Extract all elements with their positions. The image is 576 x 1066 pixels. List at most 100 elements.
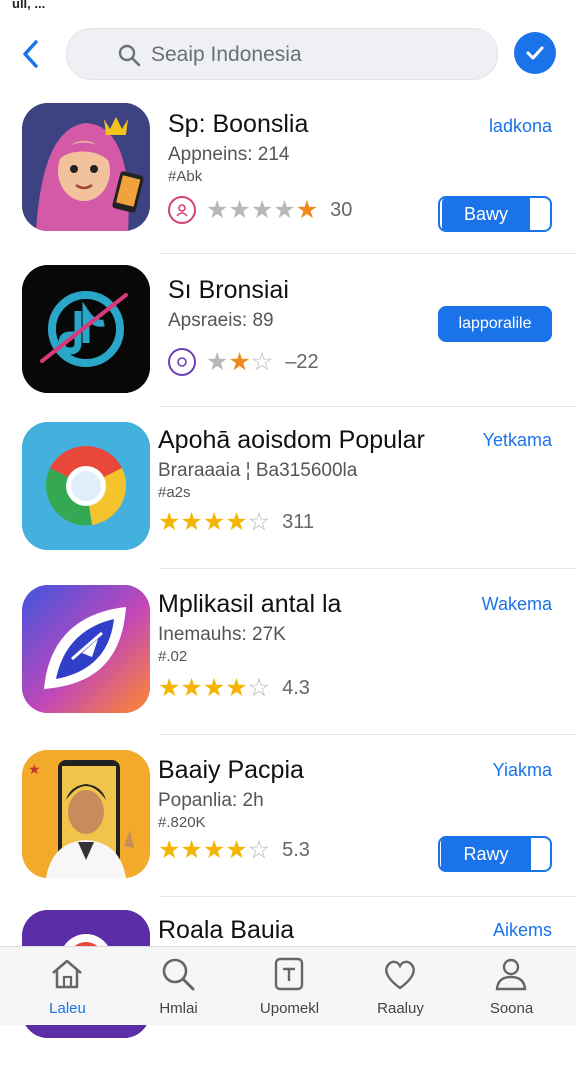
- open-button[interactable]: lapporalile: [438, 306, 552, 342]
- search-icon: [162, 958, 195, 991]
- star-half-icon: ★: [228, 347, 251, 376]
- list-item[interactable]: Sp: Boonslia Appneins: 214 #Abk ★★★★★ 30…: [0, 98, 576, 256]
- star-filled-icon: ★: [180, 674, 203, 702]
- star-filled-icon: ★: [273, 195, 296, 224]
- nav-label: Soona: [489, 1000, 534, 1017]
- star-filled-icon: ★: [250, 195, 274, 224]
- app-link[interactable]: Yiakma: [493, 760, 552, 781]
- nav-label: Laleu: [49, 1000, 86, 1017]
- app-title[interactable]: Sı Bronsiai: [168, 276, 289, 305]
- app-meta: #Abk: [168, 168, 203, 185]
- rating: ★★★★☆ 5.3: [158, 838, 310, 863]
- get-button-label: Rawy: [441, 836, 531, 872]
- app-subtitle: Apsraeis: 89: [168, 310, 274, 331]
- star-half-icon: ★: [295, 195, 319, 224]
- rating: ★★★★☆ 311: [158, 510, 314, 535]
- status-bar: ull, ...: [0, 0, 576, 14]
- rating-score: 30: [330, 198, 353, 221]
- star-filled-icon: ★: [206, 347, 229, 376]
- search-field[interactable]: Seaip Indonesia: [66, 28, 498, 80]
- rating-score: 311: [282, 511, 314, 533]
- app-title[interactable]: Apohā aoisdom Popular: [158, 426, 425, 455]
- home-icon: [52, 959, 82, 989]
- profile-icon: [495, 958, 527, 991]
- app-meta: #.02: [158, 648, 188, 665]
- app-subtitle: Popanlia: 2h: [158, 790, 264, 811]
- rating-score: –22: [285, 350, 319, 373]
- app-icon-1[interactable]: [22, 103, 150, 231]
- checkmark-icon: [526, 46, 544, 60]
- nav-tab-search[interactable]: Hmlai: [121, 947, 236, 1025]
- divider: [160, 253, 576, 254]
- app-title[interactable]: Baaiy Pacpia: [158, 756, 304, 785]
- rating-score: 4.3: [282, 677, 310, 699]
- nav-tab-favorites[interactable]: Raaluy: [343, 947, 458, 1025]
- list-item[interactable]: Mplikasil antal la Inemauhs: 27K #.02 ★★…: [0, 580, 576, 738]
- app-icon-3[interactable]: [22, 422, 150, 550]
- list-item[interactable]: Sı Bronsiai Apsraeis: 89 ★★☆ –22 lappora…: [0, 260, 576, 418]
- app-title[interactable]: Sp: Boonslia: [168, 110, 308, 139]
- search-icon: [118, 44, 141, 67]
- chevron-left-icon: [23, 40, 38, 68]
- star-filled-icon: ★: [225, 674, 248, 702]
- app-link[interactable]: Wakema: [482, 594, 552, 615]
- app-icon-5[interactable]: ★: [22, 750, 150, 878]
- app-link[interactable]: ladkona: [489, 116, 552, 137]
- star-filled-icon: ★: [225, 508, 248, 536]
- list-item[interactable]: Apohā aoisdom Popular Braraaaia ¦ Ba3156…: [0, 416, 576, 574]
- app-subtitle: Appneins: 214: [168, 144, 290, 165]
- get-button[interactable]: Rawy: [438, 836, 552, 872]
- star-filled-icon: ★: [225, 836, 248, 864]
- app-meta: #a2s: [158, 484, 191, 501]
- star-filled-icon: ★: [228, 195, 251, 224]
- rating-stars: ★★☆: [206, 347, 274, 376]
- nav-tab-updates[interactable]: Upomekl: [232, 947, 347, 1025]
- star-outline-icon: ☆: [247, 674, 271, 702]
- document-icon: [274, 957, 304, 991]
- rating-stars: ★★★★★: [206, 195, 319, 224]
- heart-icon: [385, 960, 415, 990]
- divider: [160, 896, 576, 897]
- search-input[interactable]: Seaip Indonesia: [151, 43, 302, 67]
- app-icon-2[interactable]: [22, 265, 150, 393]
- app-meta: #.820K: [158, 814, 206, 831]
- divider: [160, 734, 576, 735]
- done-button[interactable]: [514, 32, 556, 74]
- app-link[interactable]: Aikems: [493, 920, 552, 941]
- app-subtitle: Inemauhs: 27K: [158, 624, 286, 645]
- rating-stars: ★★★★☆: [158, 676, 270, 701]
- get-button[interactable]: Bawy: [438, 196, 552, 232]
- rating: ★★★★☆ 4.3: [158, 676, 310, 701]
- svg-text:★: ★: [28, 762, 41, 778]
- rating-stars: ★★★★☆: [158, 838, 270, 863]
- back-button[interactable]: [14, 36, 50, 72]
- status-signal-text: ull, ...: [12, 0, 46, 11]
- divider: [160, 406, 576, 407]
- app-icon-4[interactable]: [22, 585, 150, 713]
- app-link[interactable]: Yetkama: [483, 430, 552, 451]
- star-filled-icon: ★: [202, 508, 226, 536]
- user-badge-icon: [168, 196, 196, 224]
- star-filled-icon: ★: [206, 195, 229, 224]
- nav-tab-home[interactable]: Laleu: [10, 947, 125, 1025]
- star-outline-icon: ☆: [250, 347, 274, 376]
- nav-tab-profile[interactable]: Soona: [454, 947, 569, 1025]
- rating-stars: ★★★★☆: [158, 510, 270, 535]
- bottom-nav: Laleu Hmlai Upomekl Raaluy Soona: [0, 946, 576, 1025]
- star-filled-icon: ★: [158, 836, 181, 864]
- get-button-label: Bawy: [441, 196, 530, 232]
- list-item[interactable]: ★ Baaiy Pacpia Popanlia: 2h #.820K ★★★★☆…: [0, 746, 576, 904]
- star-filled-icon: ★: [180, 508, 203, 536]
- app-subtitle: Braraaaia ¦ Ba315600la: [158, 460, 358, 481]
- star-outline-icon: ☆: [247, 836, 271, 864]
- app-title[interactable]: Mplikasil antal la: [158, 590, 341, 619]
- rating: ★★☆ –22: [168, 348, 319, 376]
- star-filled-icon: ★: [158, 674, 181, 702]
- nav-label: Hmlai: [159, 1000, 198, 1017]
- star-filled-icon: ★: [202, 836, 226, 864]
- star-filled-icon: ★: [202, 674, 226, 702]
- divider: [160, 568, 576, 569]
- star-outline-icon: ☆: [247, 508, 271, 536]
- star-filled-icon: ★: [158, 508, 181, 536]
- app-title[interactable]: Roala Bauia: [158, 916, 294, 945]
